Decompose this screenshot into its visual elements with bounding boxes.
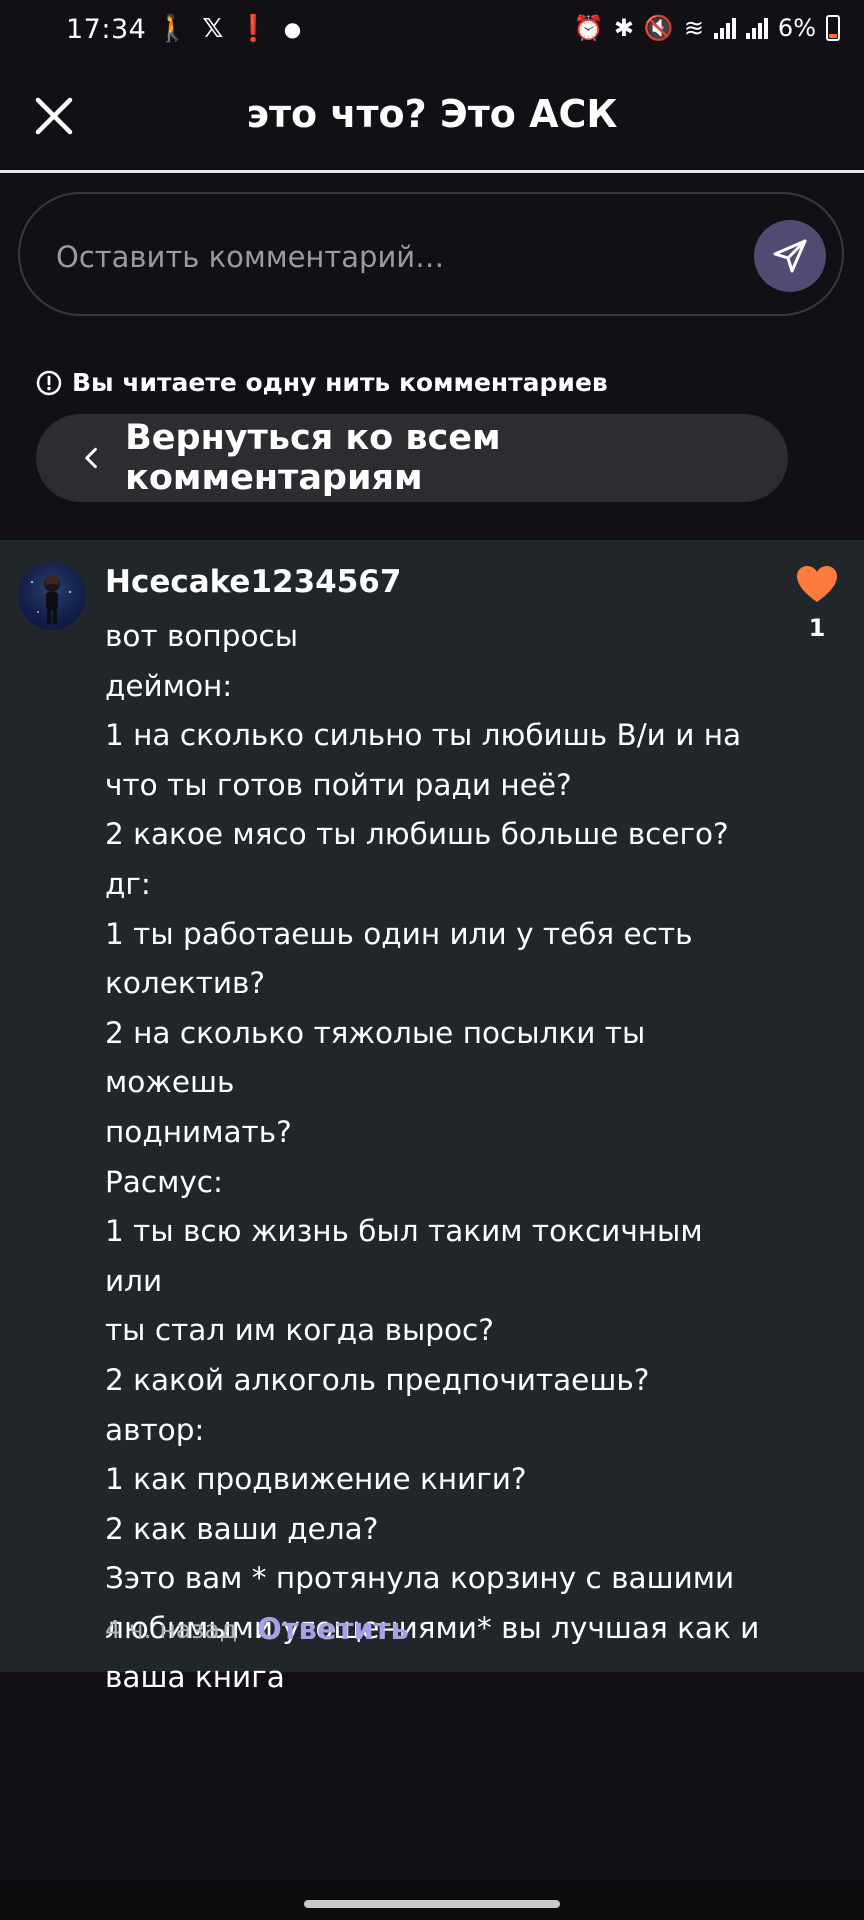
heart-icon	[797, 566, 837, 602]
comment-input[interactable]	[54, 228, 738, 286]
comment-timestamp: 4 ч. назад	[105, 1614, 238, 1644]
wifi-icon: ≋	[683, 14, 704, 42]
back-to-all-comments-label: Вернуться ко всем комментариям	[125, 418, 501, 498]
dot-icon: ●	[283, 17, 302, 41]
comment-card: Hcecake1234567 1 вот вопросы деймон: 1 н…	[0, 540, 864, 1694]
status-right-icons: ⏰ ✱ 🔇 ≋ 6%	[574, 14, 840, 42]
alert-icon: ❗	[237, 14, 270, 44]
comment-input-container	[18, 192, 844, 316]
comment-meta: 4 ч. назад Ответить	[105, 1612, 409, 1646]
comment-username[interactable]: Hcecake1234567	[105, 564, 401, 600]
mute-icon: 🔇	[643, 14, 674, 42]
thread-notice: Вы читаете одну нить комментариев	[36, 368, 608, 397]
avatar-figure	[30, 575, 72, 624]
thread-notice-text: Вы читаете одну нить комментариев	[72, 368, 608, 397]
send-icon	[773, 239, 807, 273]
like-button[interactable]: 1	[792, 564, 842, 642]
signal-icon	[713, 17, 736, 39]
status-time: 17:34	[66, 14, 147, 45]
battery-icon	[826, 15, 840, 41]
bluetooth-icon: ✱	[613, 14, 634, 42]
status-left-icons: 🚶 𝕏 ❗ ●	[156, 14, 301, 44]
comment-text: вот вопросы деймон: 1 на сколько сильно …	[105, 619, 760, 1695]
back-to-all-comments-button[interactable]: Вернуться ко всем комментариям	[36, 414, 788, 502]
send-button[interactable]	[754, 220, 826, 292]
reply-button[interactable]: Ответить	[257, 1612, 409, 1646]
avatar[interactable]	[18, 562, 86, 630]
page-title: это что? Это АСК	[246, 92, 618, 136]
x-app-icon: 𝕏	[202, 14, 224, 44]
alarm-icon: ⏰	[573, 14, 604, 42]
battery-percent: 6%	[777, 14, 816, 42]
info-icon	[36, 370, 62, 395]
home-indicator[interactable]	[304, 1900, 560, 1908]
status-bar: 17:34 🚶 𝕏 ❗ ● ⏰ ✱ 🔇 ≋ 6%	[0, 0, 864, 62]
header: это что? Это АСК	[0, 62, 864, 173]
walking-icon: 🚶	[156, 14, 189, 44]
signal-icon-2	[745, 17, 768, 39]
chevron-left-icon	[85, 447, 97, 469]
like-count: 1	[808, 614, 826, 642]
